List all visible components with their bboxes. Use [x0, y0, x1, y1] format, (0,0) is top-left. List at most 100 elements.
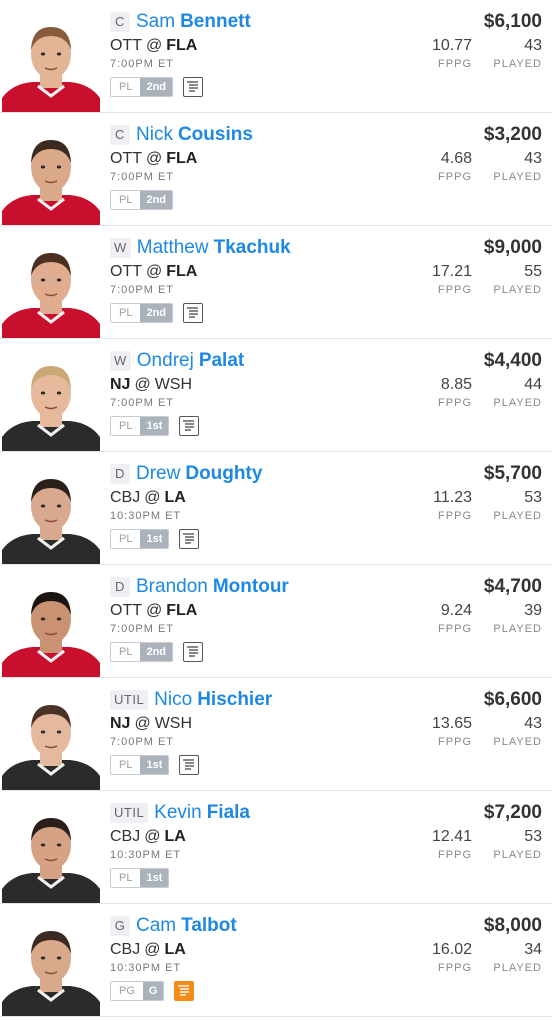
news-note-icon[interactable]: [179, 755, 200, 775]
line-badge-type: PL: [111, 417, 141, 435]
game-time: 7:00PM ET: [110, 397, 175, 409]
stat-labels: FPPG PLAYED: [402, 395, 542, 411]
home-team: LA: [164, 941, 186, 958]
player-name-line: W Matthew Tkachuk: [110, 236, 370, 260]
player-last-name[interactable]: Hischier: [197, 689, 272, 711]
player-last-name[interactable]: Montour: [213, 576, 289, 598]
matchup: OTT @ FLA: [110, 149, 370, 169]
away-team: OTT: [110, 37, 142, 54]
away-team: CBJ: [110, 489, 141, 506]
player-last-name[interactable]: Palat: [199, 350, 244, 372]
home-team: LA: [164, 828, 186, 845]
fppg-label: FPPG: [438, 962, 472, 974]
player-info: W Ondrej Palat NJ @ WSH 7:00PM ET PL 1st: [110, 349, 370, 437]
game-time: 7:00PM ET: [110, 171, 175, 183]
position-badge: C: [110, 125, 130, 145]
line-badge-number: 1st: [140, 530, 169, 548]
stat-values: 12.41 53: [402, 827, 542, 847]
player-last-name[interactable]: Fiala: [207, 802, 250, 824]
news-note-icon[interactable]: [183, 303, 204, 323]
player-first-name[interactable]: Drew: [136, 463, 180, 485]
away-team: CBJ: [110, 941, 141, 958]
fppg-value: 10.77: [431, 37, 472, 54]
line-badge: PL 1st: [110, 416, 170, 436]
player-last-name[interactable]: Tkachuk: [214, 237, 291, 259]
player-info: D Drew Doughty CBJ @ LA 10:30PM ET PL 1st: [110, 462, 370, 550]
line-badge-type: PL: [111, 643, 141, 661]
player-headshot: [2, 579, 100, 677]
line-badge: PL 2nd: [110, 642, 174, 662]
player-last-name[interactable]: Doughty: [185, 463, 262, 485]
player-info: G Cam Talbot CBJ @ LA 10:30PM ET PG G: [110, 914, 370, 1002]
news-note-icon[interactable]: [179, 416, 200, 436]
player-first-name[interactable]: Kevin: [154, 802, 202, 824]
played-label: PLAYED: [493, 284, 542, 296]
stat-labels: FPPG PLAYED: [402, 508, 542, 524]
player-row[interactable]: G Cam Talbot CBJ @ LA 10:30PM ET PG G $8,000 16.02…: [0, 904, 552, 1017]
line-badge-number: 1st: [140, 417, 169, 435]
news-note-icon[interactable]: [179, 529, 200, 549]
player-row[interactable]: W Matthew Tkachuk OTT @ FLA 7:00PM ET PL 2nd $9,0…: [0, 226, 552, 339]
player-row[interactable]: D Brandon Montour OTT @ FLA 7:00PM ET PL 2nd $4,7…: [0, 565, 552, 678]
played-value: 53: [524, 828, 542, 845]
player-row[interactable]: D Drew Doughty CBJ @ LA 10:30PM ET PL 1st $5,700 1…: [0, 452, 552, 565]
player-stats: $3,200 4.68 43 FPPG PLAYED: [402, 123, 542, 185]
line-badge-number: 1st: [140, 869, 169, 887]
fppg-value: 17.21: [431, 263, 472, 280]
salary: $8,000: [483, 915, 542, 936]
stat-values: 8.85 44: [402, 375, 542, 395]
player-first-name[interactable]: Sam: [136, 11, 175, 33]
line-badge: PL 2nd: [110, 190, 174, 210]
played-label: PLAYED: [493, 510, 542, 522]
player-first-name[interactable]: Matthew: [137, 237, 209, 259]
player-first-name[interactable]: Brandon: [136, 576, 208, 598]
position-badge: UTIL: [110, 803, 149, 823]
player-first-name[interactable]: Nick: [136, 124, 173, 146]
news-note-icon[interactable]: [183, 77, 204, 97]
stat-labels: FPPG PLAYED: [402, 734, 542, 750]
fppg-label: FPPG: [438, 849, 472, 861]
news-note-icon[interactable]: [183, 642, 204, 662]
player-row[interactable]: UTIL Nico Hischier NJ @ WSH 7:00PM ET PL 1st $6,6…: [0, 678, 552, 791]
played-label: PLAYED: [493, 962, 542, 974]
at-sign: @: [144, 941, 161, 958]
player-name-line: UTIL Kevin Fiala: [110, 801, 370, 825]
player-headshot: [2, 918, 100, 1016]
player-headshot: [2, 805, 100, 903]
at-sign: @: [146, 602, 163, 619]
player-first-name[interactable]: Cam: [136, 915, 176, 937]
played-value: 44: [524, 376, 542, 393]
line-badge-type: PG: [111, 982, 143, 1000]
salary: $3,200: [483, 124, 542, 145]
away-team: OTT: [110, 150, 142, 167]
stat-values: 4.68 43: [402, 149, 542, 169]
fppg-label: FPPG: [438, 284, 472, 296]
news-note-icon[interactable]: [174, 981, 195, 1001]
played-value: 39: [524, 602, 542, 619]
stat-values: 11.23 53: [402, 488, 542, 508]
played-label: PLAYED: [493, 58, 542, 70]
player-stats: $4,400 8.85 44 FPPG PLAYED: [402, 349, 542, 411]
player-row[interactable]: C Sam Bennett OTT @ FLA 7:00PM ET PL 2nd $6,100 10…: [0, 0, 552, 113]
player-info: C Nick Cousins OTT @ FLA 7:00PM ET PL 2nd: [110, 123, 370, 211]
at-sign: @: [146, 37, 163, 54]
matchup: CBJ @ LA: [110, 827, 370, 847]
player-row[interactable]: UTIL Kevin Fiala CBJ @ LA 10:30PM ET PL 1st $7,20…: [0, 791, 552, 904]
player-last-name[interactable]: Talbot: [181, 915, 237, 937]
line-badge-number: 2nd: [140, 304, 173, 322]
fppg-label: FPPG: [438, 171, 472, 183]
player-stats: $8,000 16.02 34 FPPG PLAYED: [402, 914, 542, 976]
player-last-name[interactable]: Cousins: [178, 124, 253, 146]
game-time: 7:00PM ET: [110, 623, 175, 635]
position-badge: W: [110, 238, 131, 258]
status-line: PL 2nd: [110, 302, 370, 324]
player-first-name[interactable]: Nico: [154, 689, 192, 711]
matchup: OTT @ FLA: [110, 36, 370, 56]
played-label: PLAYED: [493, 623, 542, 635]
player-row[interactable]: W Ondrej Palat NJ @ WSH 7:00PM ET PL 1st $4,400 8.…: [0, 339, 552, 452]
player-first-name[interactable]: Ondrej: [137, 350, 194, 372]
player-last-name[interactable]: Bennett: [180, 11, 251, 33]
player-row[interactable]: C Nick Cousins OTT @ FLA 7:00PM ET PL 2nd $3,200 4…: [0, 113, 552, 226]
matchup: NJ @ WSH: [110, 714, 370, 734]
salary: $9,000: [483, 237, 542, 258]
